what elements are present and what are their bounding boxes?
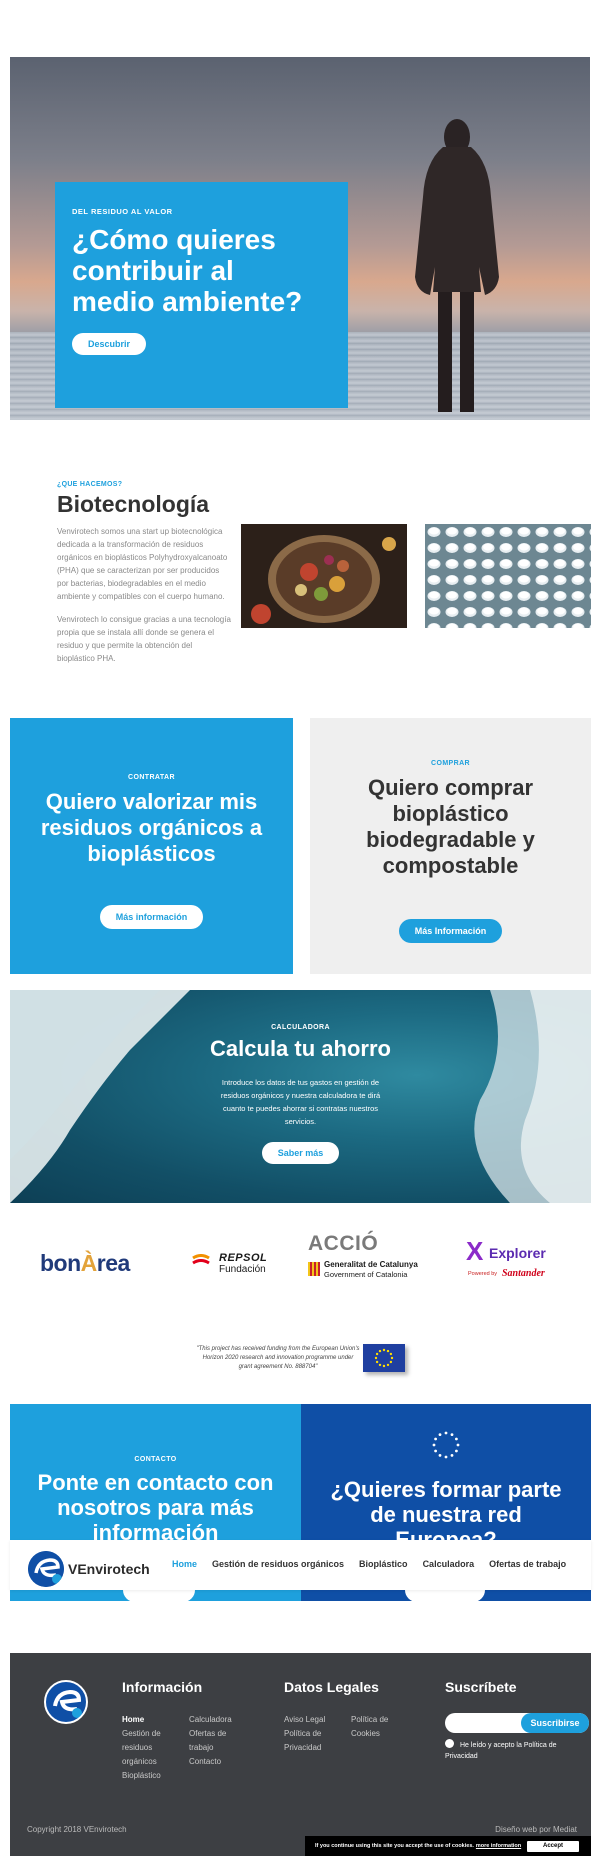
cta-buy-title: Quiero comprar bioplástico biodegradable…: [366, 775, 535, 878]
biotech-text: Venvirotech somos una start up biotecnol…: [57, 525, 232, 665]
repsol-sub: Fundación: [219, 1264, 266, 1275]
footer-info-links-2: Calculadora Ofertas de trabajo Contacto: [189, 1713, 232, 1769]
footer-logo-icon[interactable]: [44, 1680, 88, 1724]
footer-legal-links-2: Política de Cookies: [351, 1713, 388, 1741]
biotech-eyebrow: ¿QUE HACEMOS?: [57, 481, 123, 488]
consent-label: He leído y acepto la Política de Privaci…: [445, 1742, 557, 1760]
accio-logo: ACCIÓ Generalitat de Catalunya Governmen…: [308, 1232, 428, 1279]
brand-logo[interactable]: VEnvirotech: [28, 1551, 150, 1587]
calculator-banner: CALCULADORA Calcula tu ahorro Introduce …: [10, 990, 591, 1203]
web-design-credit[interactable]: Diseño web por Mediat: [495, 1825, 577, 1834]
cookie-text: If you continue using this site you acce…: [315, 1843, 474, 1849]
cookie-more-info-link[interactable]: more information: [476, 1843, 521, 1849]
accio-line-1: Generalitat de Catalunya: [324, 1260, 418, 1269]
compost-image: [241, 524, 407, 628]
biotech-title: Biotecnología: [57, 491, 210, 517]
footer-legal-title: Datos Legales: [284, 1679, 379, 1695]
contact-title: Ponte en contacto con nosotros para más …: [37, 1470, 274, 1545]
hero-title: ¿Cómo quieres contribuir al medio ambien…: [72, 224, 303, 317]
subscribe-button[interactable]: Suscribirse: [521, 1713, 589, 1733]
eu-network-button[interactable]: [405, 1590, 485, 1602]
footer-link-legal-notice[interactable]: Aviso Legal: [284, 1713, 325, 1727]
nav-calculator[interactable]: Calculadora: [423, 1559, 475, 1569]
privacy-consent[interactable]: He leído y acepto la Política de Privaci…: [445, 1739, 575, 1762]
eu-stars-icon: [432, 1431, 460, 1459]
cta-contract-title: Quiero valorizar mis residuos orgánicos …: [40, 789, 263, 866]
footer-link-home[interactable]: Home: [122, 1713, 161, 1727]
footer-link-waste-2[interactable]: residuos: [122, 1741, 161, 1755]
explorer-x-icon: X: [466, 1236, 484, 1266]
accio-name: ACCIÓ: [308, 1232, 379, 1255]
nav-jobs[interactable]: Ofertas de trabajo: [489, 1559, 566, 1569]
hero-eyebrow: DEL RESIDUO AL VALOR: [72, 207, 173, 216]
venvirotech-logo-icon: [28, 1551, 64, 1587]
biotech-paragraph-2: Venvirotech lo consigue gracias a una te…: [57, 615, 231, 663]
eu-funding-notice: "This project has received funding from …: [196, 1346, 360, 1370]
hero-card: DEL RESIDUO AL VALOR ¿Cómo quieres contr…: [55, 182, 348, 408]
contact-eyebrow: CONTACTO: [134, 1456, 177, 1463]
bonarea-logo-suffix: rea: [96, 1250, 131, 1276]
biotech-paragraph-1: Venvirotech somos una start up biotecnol…: [57, 527, 228, 601]
discover-button[interactable]: Descubrir: [72, 333, 147, 355]
footer-link-jobs-1[interactable]: Ofertas de: [189, 1727, 232, 1741]
contract-more-info-button[interactable]: Más información: [99, 905, 204, 929]
contact-button[interactable]: [123, 1590, 195, 1602]
main-navbar: VEnvirotech Home Gestión de residuos org…: [10, 1540, 591, 1590]
footer-link-calculator[interactable]: Calculadora: [189, 1713, 232, 1727]
footer-link-bioplastic[interactable]: Bioplástico: [122, 1769, 161, 1783]
bottles-image: [425, 524, 591, 628]
footer-link-cookies-2[interactable]: Cookies: [351, 1727, 388, 1741]
footer-legal-links: Aviso Legal Política de Privacidad: [284, 1713, 325, 1755]
repsol-mark-icon: [192, 1254, 210, 1265]
explorer-name: Explorer: [489, 1245, 546, 1261]
subscribe-email-input[interactable]: Suscribirse: [445, 1713, 589, 1733]
footer-link-jobs-2[interactable]: trabajo: [189, 1741, 232, 1755]
santander-name: Santander: [502, 1268, 545, 1279]
footer-info-links: Home Gestión de residuos orgánicos Biopl…: [122, 1713, 161, 1783]
hero-banner: DEL RESIDUO AL VALOR ¿Cómo quieres contr…: [10, 57, 590, 420]
accio-line-2: Government of Catalonia: [324, 1270, 408, 1279]
footer-link-waste-3[interactable]: orgánicos: [122, 1755, 161, 1769]
cta-contract-panel: CONTRATAR Quiero valorizar mis residuos …: [10, 718, 293, 974]
buy-more-info-button[interactable]: Más Información: [398, 919, 503, 943]
bonarea-logo: bonÀrea: [40, 1250, 130, 1277]
cookie-bar: If you continue using this site you acce…: [305, 1836, 591, 1856]
footer-link-waste-1[interactable]: Gestión de: [122, 1727, 161, 1741]
footer-link-privacy-1[interactable]: Política de: [284, 1727, 325, 1741]
catalonia-flag-icon: [308, 1262, 320, 1276]
bonarea-logo-accent: À: [80, 1250, 98, 1276]
learn-more-button[interactable]: Saber más: [261, 1142, 340, 1164]
nav-waste-management[interactable]: Gestión de residuos orgánicos: [212, 1559, 344, 1569]
bonarea-logo-prefix: bon: [40, 1250, 81, 1276]
repsol-name: REPSOL: [219, 1252, 268, 1264]
cookie-accept-button[interactable]: Accept: [527, 1841, 579, 1852]
cta-contract-eyebrow: CONTRATAR: [128, 774, 175, 781]
brand-name: VEnvirotech: [68, 1561, 150, 1577]
consent-radio[interactable]: [445, 1739, 454, 1748]
nav-menu: Home Gestión de residuos orgánicos Biopl…: [172, 1559, 581, 1569]
footer-link-contact[interactable]: Contacto: [189, 1755, 232, 1769]
hero-person-silhouette: [415, 119, 499, 412]
calculator-eyebrow: CALCULADORA: [271, 1024, 330, 1031]
footer-subscribe-title: Suscríbete: [445, 1679, 517, 1695]
nav-home[interactable]: Home: [172, 1559, 197, 1569]
calculator-text: Introduce los datos de tus gastos en ges…: [220, 1078, 381, 1126]
nav-bioplastic[interactable]: Bioplástico: [359, 1559, 408, 1569]
cta-buy-panel: COMPRAR Quiero comprar bioplástico biode…: [310, 718, 591, 974]
eu-flag-icon: [363, 1344, 405, 1372]
footer-link-cookies-1[interactable]: Política de: [351, 1713, 388, 1727]
footer-link-privacy-2[interactable]: Privacidad: [284, 1741, 325, 1755]
cta-buy-eyebrow: COMPRAR: [431, 760, 470, 767]
explorer-powered-by: Powered by: [468, 1271, 498, 1277]
calculator-title: Calcula tu ahorro: [210, 1036, 391, 1061]
copyright: Copyright 2018 VEnvirotech: [27, 1825, 127, 1834]
footer-info-title: Información: [122, 1679, 203, 1695]
footer: Información Home Gestión de residuos org…: [10, 1653, 591, 1856]
